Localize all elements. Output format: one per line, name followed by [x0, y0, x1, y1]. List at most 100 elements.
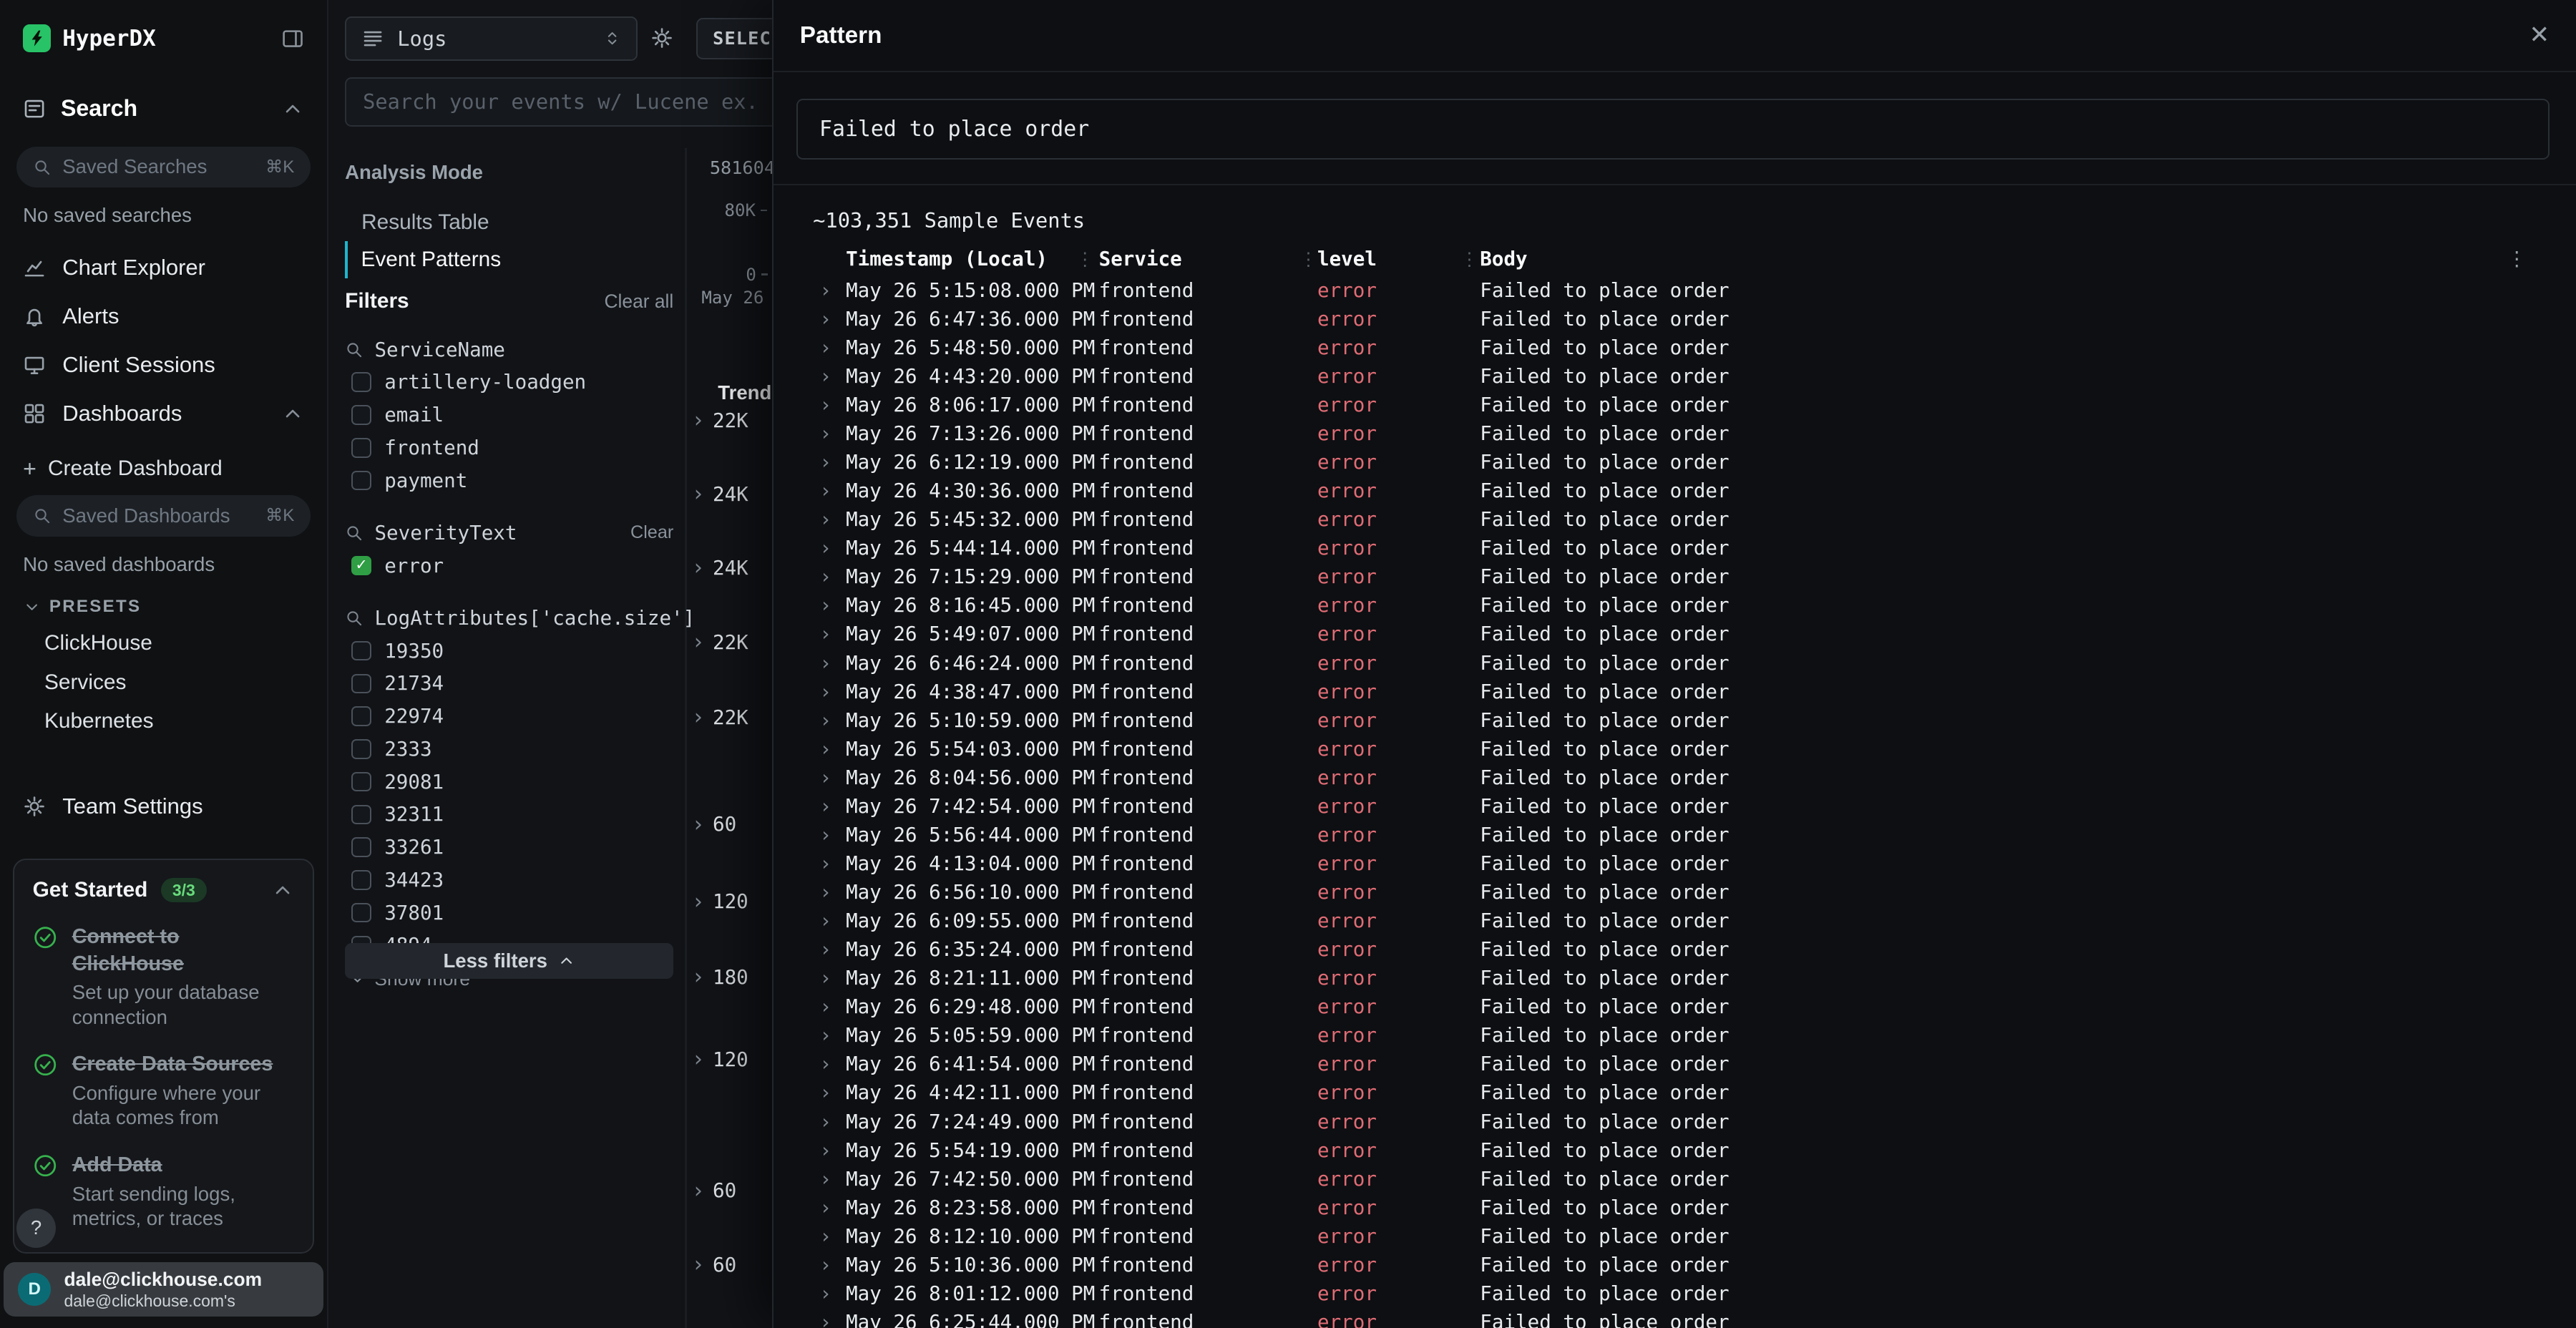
- checkbox[interactable]: [351, 837, 371, 857]
- analysis-mode-option[interactable]: Event Patterns: [345, 241, 673, 278]
- get-started-item[interactable]: Add DataStart sending logs, metrics, or …: [33, 1152, 295, 1231]
- event-row[interactable]: ›May 26 6:56:10.000 PMfrontenderrorFaile…: [774, 878, 2576, 907]
- pattern-row[interactable]: ›24K: [692, 483, 748, 506]
- filter-option[interactable]: 22974: [345, 700, 673, 733]
- less-filters-button[interactable]: Less filters: [345, 943, 673, 980]
- column-header-body[interactable]: Body: [1480, 243, 1527, 276]
- pattern-row[interactable]: ›24K: [692, 557, 748, 580]
- table-options-kebab-icon[interactable]: ⋮: [2507, 243, 2527, 276]
- pattern-row[interactable]: ›60: [692, 1254, 737, 1276]
- filter-option[interactable]: 2333: [345, 733, 673, 766]
- filter-option[interactable]: 21734: [345, 668, 673, 700]
- sidebar-item-chart-explorer[interactable]: Chart Explorer: [0, 243, 327, 292]
- checkbox[interactable]: [351, 772, 371, 792]
- pattern-row[interactable]: ›60: [692, 813, 737, 836]
- filter-option[interactable]: email: [345, 399, 673, 431]
- event-row[interactable]: ›May 26 6:09:55.000 PMfrontenderrorFaile…: [774, 907, 2576, 935]
- event-row[interactable]: ›May 26 7:42:54.000 PMfrontenderrorFaile…: [774, 792, 2576, 821]
- event-row[interactable]: ›May 26 6:29:48.000 PMfrontenderrorFaile…: [774, 992, 2576, 1021]
- pattern-row[interactable]: ›120: [692, 1048, 748, 1071]
- event-row[interactable]: ›May 26 5:48:50.000 PMfrontenderrorFaile…: [774, 333, 2576, 362]
- event-row[interactable]: ›May 26 7:15:29.000 PMfrontenderrorFaile…: [774, 562, 2576, 591]
- checkbox[interactable]: [351, 739, 371, 759]
- filter-option[interactable]: frontend: [345, 431, 673, 464]
- event-row[interactable]: ›May 26 4:38:47.000 PMfrontenderrorFaile…: [774, 678, 2576, 706]
- filter-option[interactable]: payment: [345, 464, 673, 497]
- checkbox[interactable]: [351, 372, 371, 392]
- pattern-row[interactable]: ›22K: [692, 631, 748, 654]
- pattern-row[interactable]: ›120: [692, 890, 748, 913]
- analysis-mode-option[interactable]: Results Table: [345, 204, 673, 241]
- column-header-service[interactable]: Service: [1099, 243, 1182, 276]
- create-dashboard-button[interactable]: + Create Dashboard: [0, 438, 327, 487]
- checkbox[interactable]: [351, 405, 371, 425]
- event-row[interactable]: ›May 26 4:30:36.000 PMfrontenderrorFaile…: [774, 477, 2576, 505]
- saved-dashboards-input[interactable]: Saved Dashboards ⌘K: [16, 495, 311, 536]
- saved-searches-input[interactable]: Saved Searches ⌘K: [16, 147, 311, 187]
- presets-toggle[interactable]: PRESETS: [0, 582, 327, 624]
- sidebar-item-client-sessions[interactable]: Client Sessions: [0, 341, 327, 389]
- checkbox[interactable]: [351, 641, 371, 661]
- event-row[interactable]: ›May 26 5:56:44.000 PMfrontenderrorFaile…: [774, 821, 2576, 849]
- event-row[interactable]: ›May 26 8:23:58.000 PMfrontenderrorFaile…: [774, 1193, 2576, 1222]
- filter-option[interactable]: 33261: [345, 831, 673, 864]
- event-row[interactable]: ›May 26 7:24:49.000 PMfrontenderrorFaile…: [774, 1108, 2576, 1136]
- event-row[interactable]: ›May 26 8:06:17.000 PMfrontenderrorFaile…: [774, 391, 2576, 419]
- event-row[interactable]: ›May 26 5:49:07.000 PMfrontenderrorFaile…: [774, 620, 2576, 648]
- event-row[interactable]: ›May 26 7:13:26.000 PMfrontenderrorFaile…: [774, 419, 2576, 448]
- pattern-row[interactable]: ›180: [692, 966, 748, 989]
- event-row[interactable]: ›May 26 8:01:12.000 PMfrontenderrorFaile…: [774, 1279, 2576, 1308]
- get-started-header[interactable]: Get Started 3/3: [33, 878, 295, 902]
- clear-all-filters-button[interactable]: Clear all: [604, 290, 673, 313]
- event-row[interactable]: ›May 26 5:10:36.000 PMfrontenderrorFaile…: [774, 1251, 2576, 1279]
- event-row[interactable]: ›May 26 6:41:54.000 PMfrontenderrorFaile…: [774, 1050, 2576, 1078]
- checkbox[interactable]: [351, 903, 371, 923]
- sidebar-section-search[interactable]: Search: [0, 74, 327, 138]
- filter-option[interactable]: 32311: [345, 799, 673, 831]
- collapse-sidebar-icon[interactable]: [281, 27, 304, 50]
- event-row[interactable]: ›May 26 8:04:56.000 PMfrontenderrorFaile…: [774, 763, 2576, 792]
- event-row[interactable]: ›May 26 6:12:19.000 PMfrontenderrorFaile…: [774, 448, 2576, 477]
- filter-option[interactable]: artillery-loadgen: [345, 366, 673, 399]
- event-row[interactable]: ›May 26 4:42:11.000 PMfrontenderrorFaile…: [774, 1078, 2576, 1107]
- filter-option[interactable]: error: [345, 550, 673, 582]
- event-row[interactable]: ›May 26 5:45:32.000 PMfrontenderrorFaile…: [774, 505, 2576, 534]
- event-search-input[interactable]: [345, 77, 838, 127]
- pattern-row[interactable]: ›22K: [692, 409, 748, 432]
- event-row[interactable]: ›May 26 4:13:04.000 PMfrontenderrorFaile…: [774, 849, 2576, 878]
- event-row[interactable]: ›May 26 4:43:20.000 PMfrontenderrorFaile…: [774, 362, 2576, 391]
- column-header-timestamp[interactable]: Timestamp (Local): [846, 243, 1048, 276]
- column-resize-handle[interactable]: ⋮: [1299, 243, 1317, 276]
- event-row[interactable]: ›May 26 5:10:59.000 PMfrontenderrorFaile…: [774, 706, 2576, 735]
- preset-services[interactable]: Services: [0, 663, 327, 702]
- checkbox[interactable]: [351, 674, 371, 694]
- pattern-row[interactable]: ›60: [692, 1179, 737, 1202]
- close-icon[interactable]: ✕: [2529, 23, 2550, 47]
- event-search-field[interactable]: [363, 89, 820, 114]
- team-settings-button[interactable]: Team Settings: [0, 777, 327, 836]
- checkbox[interactable]: [351, 805, 371, 825]
- preset-clickhouse[interactable]: ClickHouse: [0, 624, 327, 663]
- checkbox[interactable]: [351, 438, 371, 458]
- event-row[interactable]: ›May 26 5:15:08.000 PMfrontenderrorFaile…: [774, 276, 2576, 305]
- filter-clear-button[interactable]: Clear: [630, 522, 673, 543]
- event-row[interactable]: ›May 26 6:46:24.000 PMfrontenderrorFaile…: [774, 649, 2576, 678]
- event-row[interactable]: ›May 26 5:05:59.000 PMfrontenderrorFaile…: [774, 1021, 2576, 1050]
- event-row[interactable]: ›May 26 6:35:24.000 PMfrontenderrorFaile…: [774, 935, 2576, 964]
- preset-kubernetes[interactable]: Kubernetes: [0, 702, 327, 741]
- sidebar-item-alerts[interactable]: Alerts: [0, 292, 327, 341]
- get-started-item[interactable]: Create Data SourcesConfigure where your …: [33, 1051, 295, 1131]
- checkbox[interactable]: [351, 556, 371, 576]
- column-resize-handle[interactable]: ⋮: [1460, 243, 1478, 276]
- pattern-row[interactable]: ›22K: [692, 706, 748, 729]
- event-row[interactable]: ›May 26 6:25:44.000 PMfrontenderrorFaile…: [774, 1308, 2576, 1328]
- filter-option[interactable]: 37801: [345, 897, 673, 929]
- event-row[interactable]: ›May 26 5:44:14.000 PMfrontenderrorFaile…: [774, 534, 2576, 562]
- checkbox[interactable]: [351, 471, 371, 491]
- source-select[interactable]: Logs: [345, 16, 638, 61]
- help-button[interactable]: ?: [16, 1209, 56, 1248]
- column-resize-handle[interactable]: ⋮: [1076, 243, 1094, 276]
- checkbox[interactable]: [351, 706, 371, 726]
- event-row[interactable]: ›May 26 7:42:50.000 PMfrontenderrorFaile…: [774, 1165, 2576, 1193]
- filter-option[interactable]: 34423: [345, 864, 673, 897]
